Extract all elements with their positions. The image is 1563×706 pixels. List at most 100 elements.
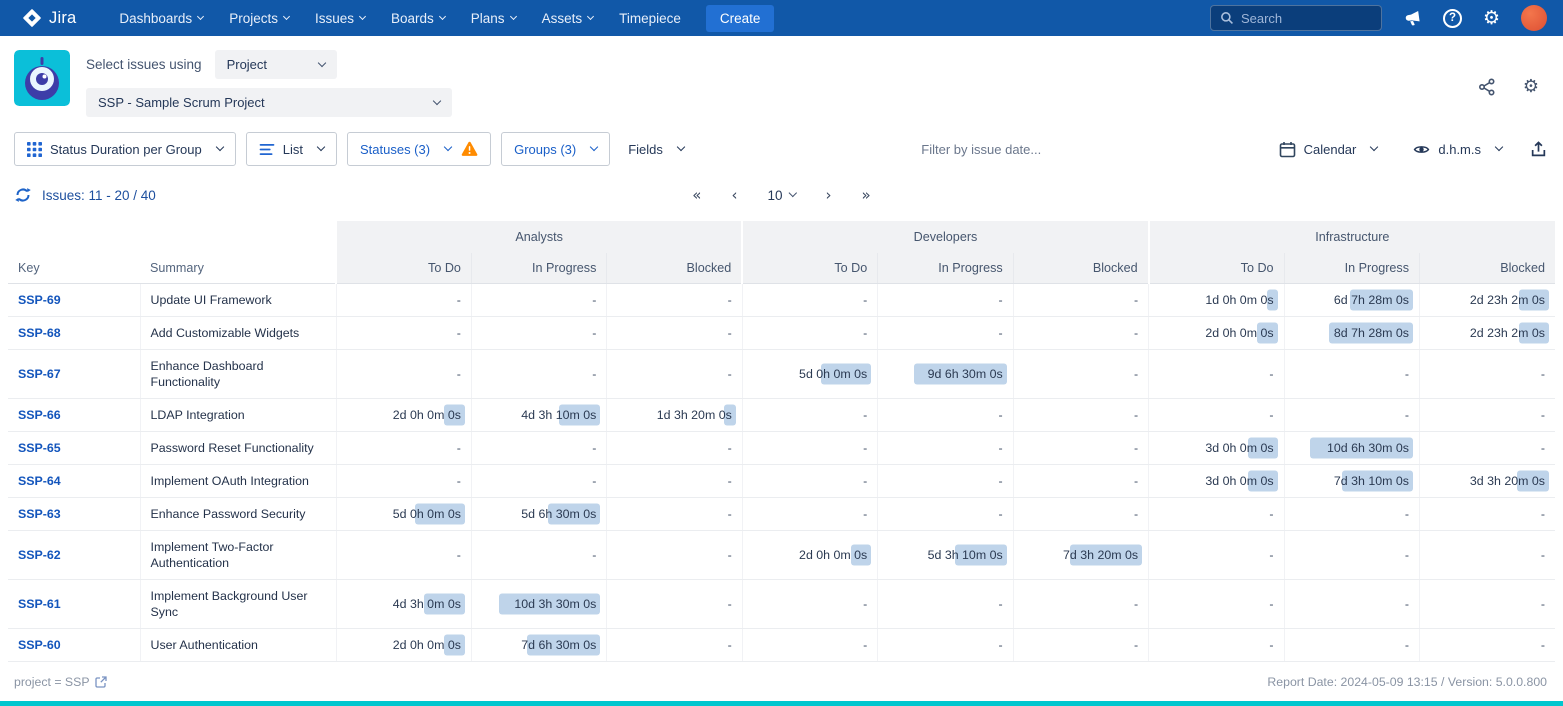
empty-duration: - (728, 474, 732, 488)
duration-cell: - (1149, 399, 1284, 432)
issue-key-link[interactable]: SSP-65 (18, 441, 61, 455)
status-header-in-progress: In Progress (471, 253, 606, 284)
statuses-label: Statuses (3) (360, 142, 430, 157)
external-link-icon[interactable] (95, 676, 107, 688)
announcements-icon[interactable] (1403, 9, 1422, 28)
duration-cell: - (742, 580, 877, 629)
nav-item-issues[interactable]: Issues (302, 0, 378, 36)
duration-cell: 1d 3h 20m 0s (607, 399, 742, 432)
empty-duration: - (1541, 507, 1545, 521)
create-button[interactable]: Create (706, 5, 775, 32)
duration-cell: - (336, 465, 471, 498)
nav-item-timepiece[interactable]: Timepiece (606, 0, 694, 36)
fields-label: Fields (628, 142, 663, 157)
issue-source-value: Project (227, 57, 267, 72)
duration-cell: - (607, 629, 742, 662)
empty-duration: - (863, 638, 867, 652)
duration-cell: 4d 3h 0m 0s (336, 580, 471, 629)
nav-item-plans[interactable]: Plans (458, 0, 529, 36)
empty-duration: - (999, 326, 1003, 340)
summary-cell: Implement Background User Sync (140, 580, 336, 629)
nav-item-dashboards[interactable]: Dashboards (106, 0, 216, 36)
issue-key-link[interactable]: SSP-68 (18, 326, 61, 340)
duration-value: 2d 23h 2m 0s (1470, 293, 1545, 307)
issue-source-dropdown[interactable]: Project (215, 50, 337, 79)
time-format-button[interactable]: d.h.m.s (1405, 132, 1510, 166)
statuses-filter-button[interactable]: Statuses (3) (347, 132, 491, 166)
column-header-summary: Summary (140, 253, 336, 284)
groups-filter-button[interactable]: Groups (3) (501, 132, 610, 166)
issue-key-link[interactable]: SSP-60 (18, 638, 61, 652)
key-cell: SSP-64 (8, 465, 140, 498)
empty-duration: - (592, 367, 596, 381)
view-mode-label: List (283, 142, 303, 157)
report-table-container: AnalystsDevelopersInfrastructureKeySumma… (0, 217, 1563, 662)
nav-item-assets[interactable]: Assets (529, 0, 607, 36)
chevron-down-icon (216, 143, 224, 151)
issue-key-link[interactable]: SSP-62 (18, 548, 61, 562)
issue-date-filter[interactable]: Filter by issue date... (702, 142, 1261, 157)
empty-duration: - (1134, 408, 1138, 422)
project-dropdown[interactable]: SSP - Sample Scrum Project (86, 88, 452, 117)
share-icon[interactable] (1478, 78, 1496, 96)
report-type-button[interactable]: Status Duration per Group (14, 132, 236, 166)
prev-page-button[interactable]: ‹ (731, 188, 737, 203)
timepiece-app-icon (14, 50, 70, 106)
duration-cell: - (742, 432, 877, 465)
eye-icon (1413, 141, 1430, 158)
chevron-down-icon (359, 12, 366, 19)
issue-row-ssp-69: SSP-69Update UI Framework------1d 0h 0m … (8, 284, 1555, 317)
duration-cell: - (1284, 629, 1419, 662)
first-page-button[interactable]: « (692, 188, 701, 203)
jira-logo[interactable]: Jira (22, 8, 76, 28)
duration-cell: - (1013, 580, 1148, 629)
report-settings-gear-icon[interactable]: ⚙ (1523, 78, 1539, 96)
chevron-down-icon (439, 12, 446, 19)
issue-key-link[interactable]: SSP-67 (18, 367, 61, 381)
empty-duration: - (999, 507, 1003, 521)
duration-cell: - (1284, 399, 1419, 432)
project-value: SSP - Sample Scrum Project (98, 95, 265, 110)
fields-button[interactable]: Fields (620, 132, 692, 166)
issue-row-ssp-64: SSP-64Implement OAuth Integration------3… (8, 465, 1555, 498)
global-search[interactable] (1210, 5, 1382, 31)
next-page-button[interactable]: › (826, 188, 832, 203)
issue-row-ssp-60: SSP-60User Authentication2d 0h 0m 0s7d 6… (8, 629, 1555, 662)
duration-value: 2d 23h 2m 0s (1470, 326, 1545, 340)
refresh-button[interactable] (14, 186, 32, 204)
duration-cell: - (1284, 498, 1419, 531)
report-version-info: Report Date: 2024-05-09 13:15 / Version:… (1267, 675, 1547, 689)
nav-item-projects[interactable]: Projects (216, 0, 302, 36)
duration-value: 2d 0h 0m 0s (799, 548, 867, 562)
issue-row-ssp-68: SSP-68Add Customizable Widgets------2d 0… (8, 317, 1555, 350)
duration-cell: - (607, 284, 742, 317)
toolbar-right-actions: Calendar d.h.m.s (1271, 132, 1547, 166)
duration-cell: - (1013, 465, 1148, 498)
empty-duration: - (1405, 507, 1409, 521)
help-icon[interactable]: ? (1443, 9, 1462, 28)
empty-duration: - (863, 293, 867, 307)
calendar-button[interactable]: Calendar (1271, 132, 1386, 166)
chevron-down-icon (197, 12, 204, 19)
duration-cell: 2d 0h 0m 0s (1149, 317, 1284, 350)
duration-cell: - (471, 531, 606, 580)
empty-duration: - (728, 293, 732, 307)
last-page-button[interactable]: » (862, 188, 871, 203)
empty-duration: - (999, 474, 1003, 488)
issue-key-link[interactable]: SSP-66 (18, 408, 61, 422)
nav-item-boards[interactable]: Boards (378, 0, 458, 36)
view-mode-button[interactable]: List (246, 132, 337, 166)
duration-cell: - (742, 399, 877, 432)
page-size-select[interactable]: 10 (767, 188, 795, 203)
chevron-down-icon (590, 143, 598, 151)
issue-key-link[interactable]: SSP-64 (18, 474, 61, 488)
settings-gear-icon[interactable]: ⚙ (1483, 9, 1500, 28)
issue-key-link[interactable]: SSP-63 (18, 507, 61, 521)
empty-duration: - (728, 548, 732, 562)
user-avatar[interactable] (1521, 5, 1547, 31)
export-icon[interactable] (1530, 141, 1547, 158)
issue-key-link[interactable]: SSP-61 (18, 597, 61, 611)
duration-cell: - (878, 399, 1013, 432)
search-input[interactable] (1241, 11, 1372, 26)
issue-key-link[interactable]: SSP-69 (18, 293, 61, 307)
